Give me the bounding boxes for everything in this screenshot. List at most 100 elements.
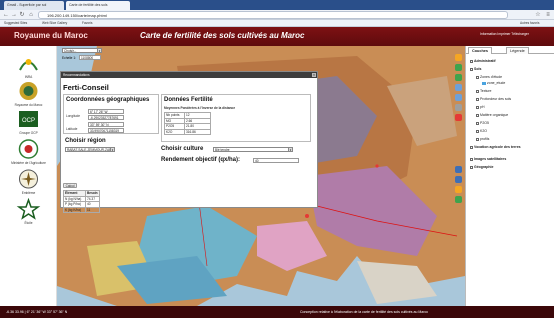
royal-emblem-logo: [19, 82, 38, 100]
pdf-icon[interactable]: [455, 186, 462, 193]
select-icon[interactable]: [455, 114, 462, 121]
layer-checkbox[interactable]: [476, 75, 479, 79]
star-emblem-logo: [16, 198, 41, 220]
bookmark-autres-favoris[interactable]: Autres favoris: [520, 20, 540, 27]
coords-section: Coordonnées géographiques Longitude 6° 1…: [63, 94, 159, 134]
close-icon[interactable]: ×: [312, 73, 316, 77]
layer-checkbox[interactable]: [476, 137, 479, 141]
logo-label-etoile: Étoile: [24, 221, 33, 225]
fertility-title: Données Fertilité: [164, 97, 213, 103]
tab-couches[interactable]: Couches: [468, 47, 493, 54]
kingdom-title: Royaume du Maroc: [14, 31, 88, 40]
layer-checkbox[interactable]: [476, 121, 479, 125]
tab-legende[interactable]: Légende: [506, 47, 529, 54]
layer-checkbox[interactable]: [470, 145, 473, 149]
scale-input[interactable]: 1108800: [79, 55, 101, 60]
layer-checkbox[interactable]: [476, 105, 479, 109]
ministry-logo: [18, 139, 39, 159]
status-credit: Conception relative à l'élaboration de l…: [300, 310, 429, 314]
besoin-value-k: 11: [85, 206, 100, 213]
info-icon[interactable]: [455, 94, 462, 101]
wrench-icon[interactable]: ≡: [544, 11, 552, 19]
layer-vocation-agricole[interactable]: Vocation agricole des terres: [470, 145, 521, 149]
logo-label-royaume: Royaume du Maroc: [14, 103, 43, 107]
layer-zones-etude[interactable]: Zones d'étude: [476, 75, 502, 79]
star-icon[interactable]: ☆: [534, 11, 542, 19]
table-row: K (kg K/ha) 11: [63, 206, 100, 213]
layer-ph[interactable]: pH: [476, 105, 484, 109]
longitude-dec-field[interactable]: -6.29023527787691: [88, 115, 124, 120]
browser-tabbar: Gmail - Superficie par sol Carte de fert…: [0, 0, 554, 10]
layer-checkbox[interactable]: [476, 129, 479, 133]
browser-tab-carte[interactable]: Carte de fertilité des sols: [66, 1, 130, 10]
choose-layer-select[interactable]: Choisir... ▾: [62, 48, 102, 53]
latitude-dms-field[interactable]: 33° 59' 30" N: [88, 122, 124, 127]
logo-column: INRA Royaume du Maroc OCP Groupe OCP Min…: [0, 46, 57, 306]
layer-profils[interactable]: profils: [476, 137, 489, 141]
logo-label-inra: INRA: [24, 75, 33, 79]
calcul-button[interactable]: Calcul: [63, 183, 77, 188]
layers-panel: Couches Légende Administratif Sols Zones…: [465, 46, 554, 306]
layer-k2o[interactable]: K2O: [476, 129, 487, 133]
measure-icon[interactable]: [455, 104, 462, 111]
reload-icon[interactable]: ↻: [18, 11, 26, 19]
back-icon[interactable]: ←: [2, 11, 10, 19]
region-title: Choisir région: [65, 138, 106, 144]
layer-checkbox[interactable]: [476, 97, 479, 101]
logo-label-ocp: Groupe OCP: [19, 131, 38, 135]
layer-checkbox[interactable]: [476, 89, 479, 93]
fertility-subtitle: Moyennes Pondérées à l'Inverse de la dis…: [164, 106, 236, 110]
layer-checkbox[interactable]: [470, 59, 473, 63]
logo-label-embleme: Emblème: [21, 191, 36, 195]
home-icon[interactable]: ⌂: [27, 11, 35, 19]
coords-title: Coordonnées géographiques: [66, 97, 150, 103]
fertility-table: Nb points 12 MO 2.66 P2O5 21.80 K2O 316.…: [164, 112, 211, 135]
longitude-dms-field[interactable]: 6° 17' 26" W: [88, 109, 124, 114]
status-coords: -6.36 33.96 | 6° 21' 36" W 33° 57' 36" N: [6, 310, 68, 314]
bookmark-web-slice[interactable]: Web Slice Gallery: [42, 20, 67, 27]
layer-matiere-organique[interactable]: Matière organique: [476, 113, 508, 117]
layer-checkbox[interactable]: [470, 157, 473, 161]
layers-tabs: Couches Légende: [466, 46, 554, 54]
refresh-icon[interactable]: [455, 196, 462, 203]
export-icon[interactable]: [455, 176, 462, 183]
ocp-logo: OCP: [19, 111, 38, 127]
url-field[interactable]: 196.200.149.150/carte/map.phtml: [38, 11, 508, 19]
layer-texture[interactable]: Texture: [476, 89, 491, 93]
layer-zone-etude: zone_etude: [482, 81, 505, 85]
seal-logo: [19, 169, 38, 189]
rendement-input[interactable]: 40: [253, 158, 299, 163]
bookmark-favoris[interactable]: Favoris: [82, 20, 92, 27]
status-bar: -6.36 33.96 | 6° 21' 36" W 33° 57' 36" N…: [0, 306, 554, 318]
layer-checkbox[interactable]: [470, 165, 473, 169]
fert-label-k2o: K2O: [164, 128, 185, 135]
zoom-box-icon[interactable]: [455, 54, 462, 61]
latitude-label: Latitude: [66, 127, 78, 131]
latitude-dec-field[interactable]: 33.99070671158319: [88, 128, 124, 133]
bookmark-suggested-sites[interactable]: Suggested Sites: [4, 20, 27, 27]
layer-administratif[interactable]: Administratif: [470, 59, 496, 63]
scale-label: Echelle 1:: [62, 56, 76, 60]
culture-select[interactable]: Blé tendre ▾: [213, 147, 293, 152]
header-links[interactable]: Information Imprimer Télécharger: [480, 32, 529, 36]
layer-checkbox[interactable]: [476, 113, 479, 117]
address-bar-row: ← → ↻ ⌂ 196.200.149.150/carte/map.phtml …: [0, 10, 554, 20]
layer-geographie[interactable]: Géographie: [470, 165, 493, 169]
browser-tab-gmail[interactable]: Gmail - Superficie par sol: [4, 1, 64, 10]
forward-icon[interactable]: →: [10, 11, 18, 19]
region-select[interactable]: RABAT-SALE-ZEMMOUR-ZAER ▾: [65, 147, 115, 152]
zoom-out-icon[interactable]: [455, 74, 462, 81]
pan-icon[interactable]: [455, 84, 462, 91]
layer-p2o5[interactable]: P2O5: [476, 121, 489, 125]
layer-checkbox[interactable]: [470, 67, 473, 71]
besoins-table: Élément Besoin N (kg N/ha) 74.37 P (kg P…: [63, 190, 100, 213]
page-title: Carte de fertilité des sols cultivés au …: [140, 31, 305, 40]
besoins-header-besoin: Besoin: [85, 190, 100, 197]
zoom-in-icon[interactable]: [455, 64, 462, 71]
print-icon[interactable]: [455, 166, 462, 173]
layer-profondeur[interactable]: Profondeur des sols: [476, 97, 511, 101]
layer-sols[interactable]: Sols: [470, 67, 481, 71]
longitude-label: Longitude: [66, 114, 81, 118]
layer-images-satellitaires[interactable]: Images satellitaires: [470, 157, 506, 161]
ferti-conseil-popup: Recommandations × Ferti-Conseil Coordonn…: [60, 71, 318, 213]
